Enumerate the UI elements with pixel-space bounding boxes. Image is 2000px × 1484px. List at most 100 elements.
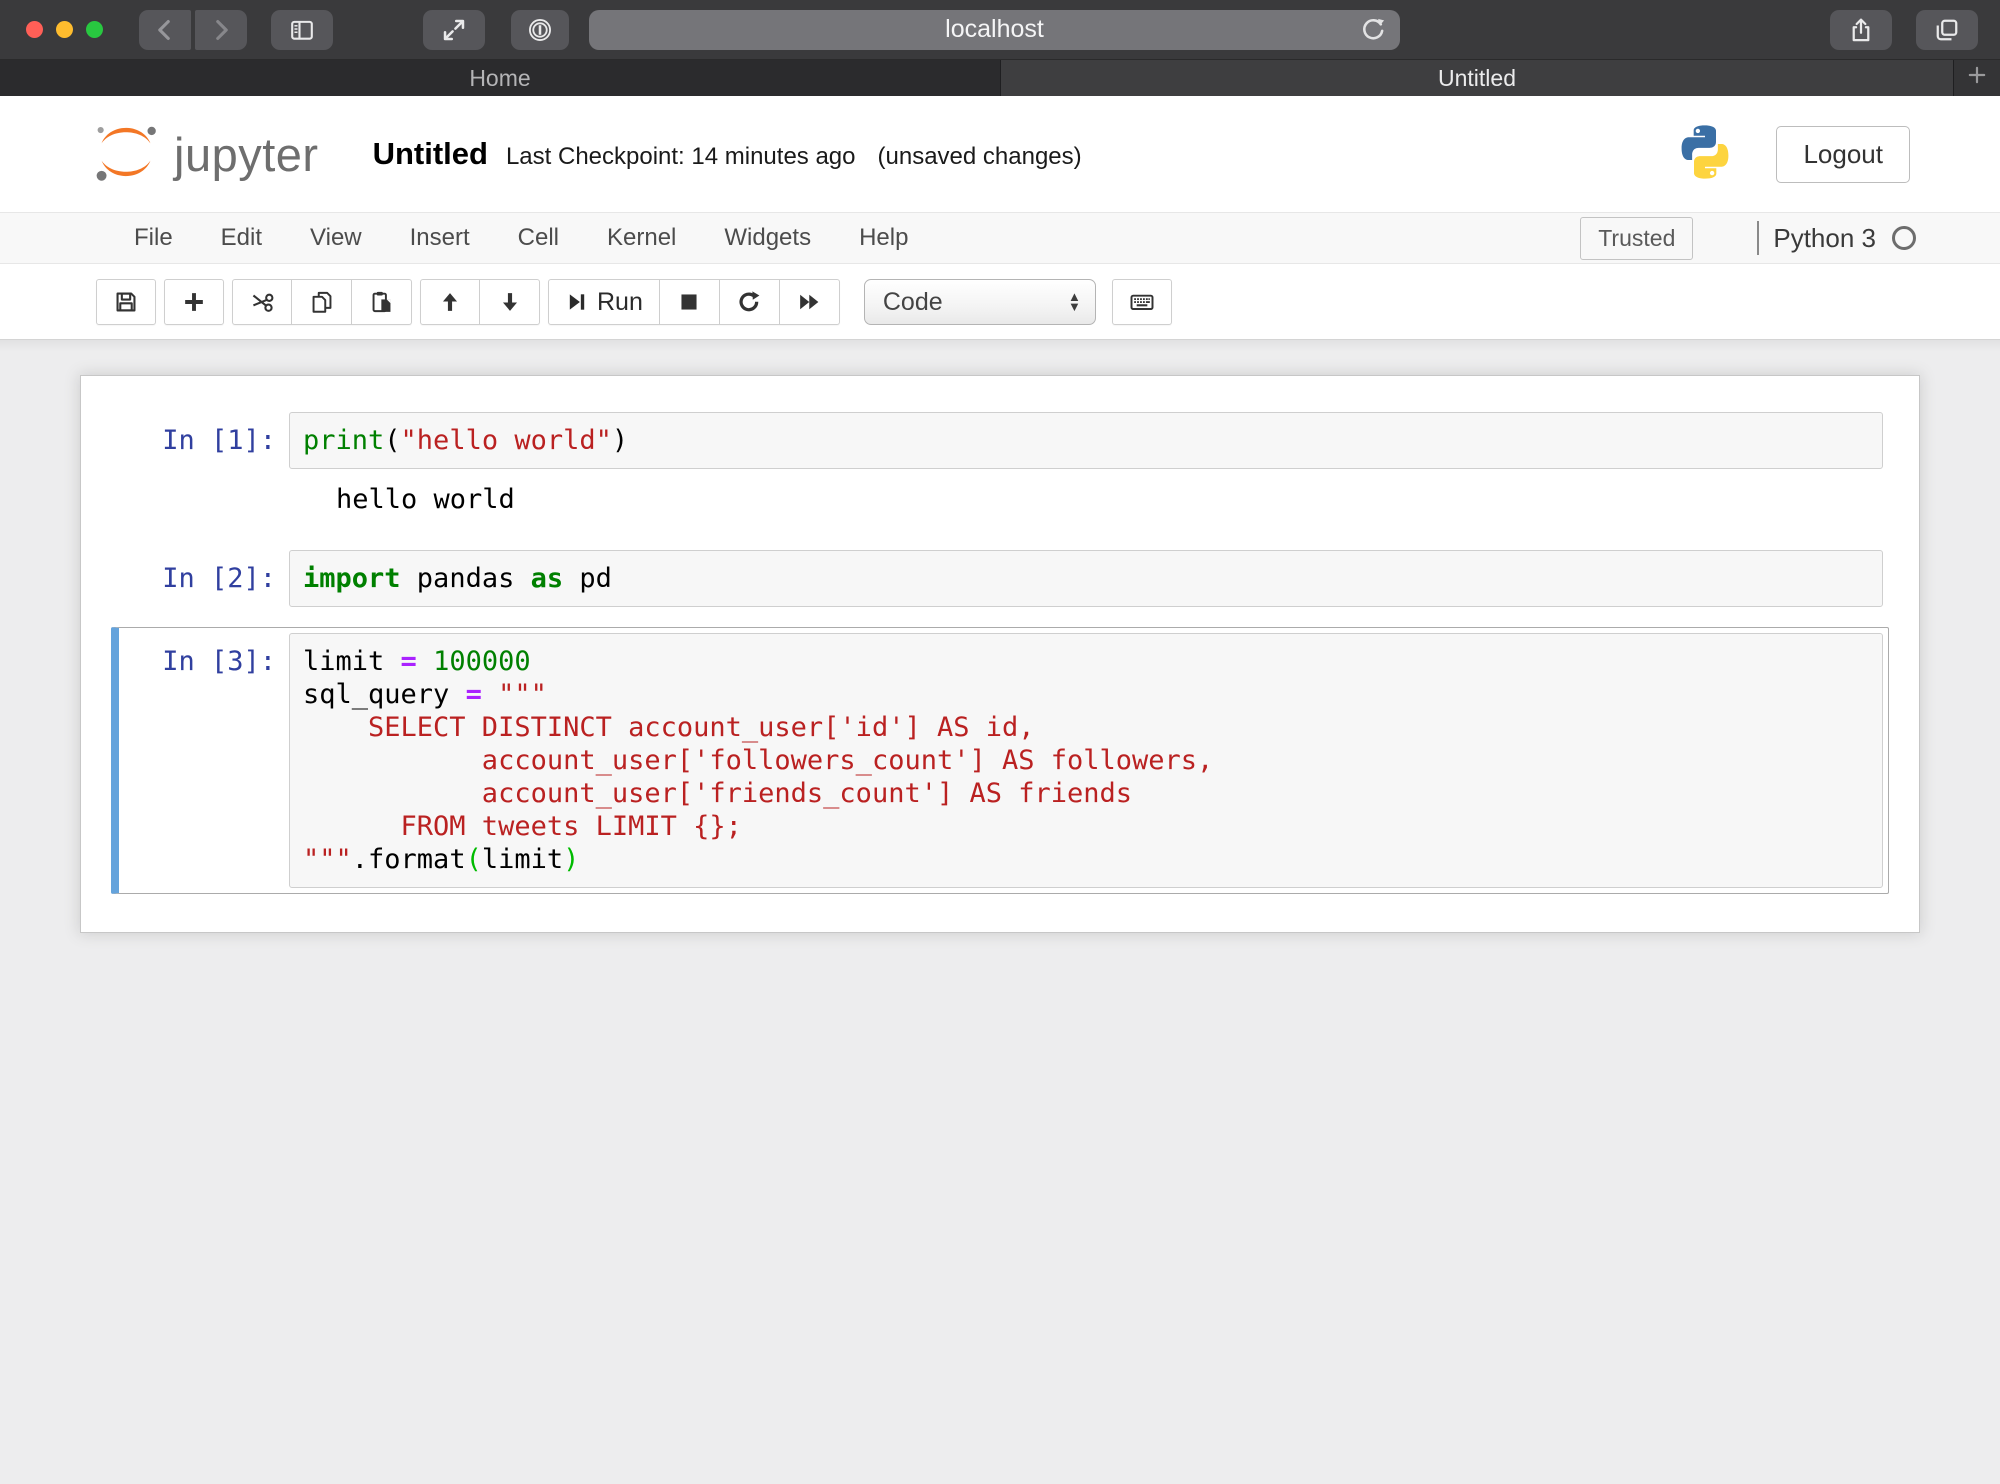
window-controls <box>26 21 103 38</box>
code-input-area[interactable]: limit = 100000sql_query = """ SELECT DIS… <box>289 633 1883 888</box>
plus-icon <box>1964 62 1990 94</box>
python-logo-icon <box>1674 121 1736 188</box>
forward-icon <box>208 17 234 43</box>
zoom-window-button[interactable] <box>86 21 103 38</box>
add-cell-icon <box>181 289 207 315</box>
notebook-toolbar: Run Code ▲▼ <box>0 264 2000 340</box>
code-line: limit = 100000 <box>303 645 1869 678</box>
forward-button[interactable] <box>195 10 247 50</box>
copy-cell-icon <box>309 289 335 315</box>
move-down-icon <box>497 289 523 315</box>
move-cell-up-button[interactable] <box>420 279 480 325</box>
tabs-icon <box>1933 16 1961 44</box>
input-prompt: In [3]: <box>124 633 289 888</box>
command-palette-button[interactable] <box>1112 279 1172 325</box>
tab-overview-button[interactable] <box>1916 10 1978 50</box>
cut-cell-icon <box>249 289 275 315</box>
restart-kernel-button[interactable] <box>720 279 780 325</box>
paste-cell-button[interactable] <box>352 279 412 325</box>
notebook-sheet: In [1]: print("hello world") hello world… <box>80 375 1920 933</box>
trusted-badge[interactable]: Trusted <box>1580 217 1693 260</box>
code-line: print("hello world") <box>303 424 1869 457</box>
code-cell-1[interactable]: In [1]: print("hello world") hello world <box>111 406 1889 530</box>
kernel-idle-icon <box>1892 226 1916 250</box>
minimize-window-button[interactable] <box>56 21 73 38</box>
keyboard-icon <box>1128 288 1156 316</box>
reload-icon[interactable] <box>1358 15 1388 52</box>
menu-insert[interactable]: Insert <box>386 224 494 252</box>
share-button[interactable] <box>1830 10 1892 50</box>
tab-untitled[interactable]: Untitled <box>1000 60 1953 96</box>
menu-file[interactable]: File <box>110 224 197 252</box>
jupyter-header: jupyter Untitled Last Checkpoint: 14 min… <box>0 96 2000 340</box>
close-window-button[interactable] <box>26 21 43 38</box>
extension-button[interactable] <box>511 10 569 50</box>
paste-cell-icon <box>369 289 395 315</box>
code-line: SELECT DISTINCT account_user['id'] AS id… <box>303 711 1869 744</box>
sidebar-toggle-button[interactable] <box>271 10 333 50</box>
menu-help[interactable]: Help <box>835 224 932 252</box>
run-icon <box>565 290 589 314</box>
save-button[interactable] <box>96 279 156 325</box>
move-up-icon <box>437 289 463 315</box>
checkpoint-status: Last Checkpoint: 14 minutes ago <box>506 143 856 171</box>
cell-type-select[interactable]: Code ▲▼ <box>864 279 1096 325</box>
code-line: sql_query = """ <box>303 678 1869 711</box>
kernel-name: Python 3 <box>1773 223 1876 254</box>
kernel-separator <box>1757 221 1759 255</box>
restart-kernel-icon <box>736 289 762 315</box>
save-icon <box>113 289 139 315</box>
cell-output: hello world <box>289 469 515 524</box>
code-line: account_user['friends_count'] AS friends <box>303 777 1869 810</box>
code-line: account_user['followers_count'] AS follo… <box>303 744 1869 777</box>
tab-home[interactable]: Home <box>0 60 1000 96</box>
share-icon <box>1847 16 1875 44</box>
code-cell-3-selected[interactable]: In [3]: limit = 100000sql_query = """ SE… <box>111 627 1889 894</box>
unsaved-changes-status: (unsaved changes) <box>878 143 1082 171</box>
code-input-area[interactable]: print("hello world") <box>289 412 1883 469</box>
menu-bar: File Edit View Insert Cell Kernel Widget… <box>0 212 2000 264</box>
tab-home-label: Home <box>469 65 530 92</box>
code-line: import pandas as pd <box>303 562 1869 595</box>
jupyter-logo[interactable]: jupyter <box>92 121 319 188</box>
input-prompt: In [2]: <box>124 550 289 607</box>
stop-icon <box>676 289 702 315</box>
restart-run-all-button[interactable] <box>780 279 840 325</box>
run-cell-button[interactable]: Run <box>548 279 660 325</box>
tab-bar: Home Untitled <box>0 60 2000 96</box>
code-input-area[interactable]: import pandas as pd <box>289 550 1883 607</box>
tab-untitled-label: Untitled <box>1438 65 1516 92</box>
menu-kernel[interactable]: Kernel <box>583 224 700 252</box>
back-icon <box>152 17 178 43</box>
menu-view[interactable]: View <box>286 224 386 252</box>
address-bar[interactable]: localhost <box>589 10 1400 50</box>
new-tab-button[interactable] <box>1953 60 2000 96</box>
logout-button[interactable]: Logout <box>1776 126 1910 183</box>
output-prompt-spacer <box>124 469 289 524</box>
menu-cell[interactable]: Cell <box>494 224 583 252</box>
expand-arrows-icon <box>440 16 468 44</box>
notebook-background: In [1]: print("hello world") hello world… <box>0 340 2000 1484</box>
cell-type-value: Code <box>883 288 943 317</box>
back-button[interactable] <box>139 10 191 50</box>
add-cell-button[interactable] <box>164 279 224 325</box>
cut-cell-button[interactable] <box>232 279 292 325</box>
sidebar-icon <box>287 16 317 44</box>
copy-cell-button[interactable] <box>292 279 352 325</box>
browser-chrome: localhost <box>0 0 2000 60</box>
move-cell-down-button[interactable] <box>480 279 540 325</box>
extension-icon <box>526 16 554 44</box>
page-zoom-button[interactable] <box>423 10 485 50</box>
notebook-title[interactable]: Untitled <box>373 136 488 172</box>
jupyter-logo-text: jupyter <box>174 127 319 182</box>
input-prompt: In [1]: <box>124 412 289 469</box>
select-arrows-icon: ▲▼ <box>1068 292 1081 312</box>
code-cell-2[interactable]: In [2]: import pandas as pd <box>111 544 1889 613</box>
menu-widgets[interactable]: Widgets <box>700 224 835 252</box>
fast-forward-icon <box>796 289 822 315</box>
code-line: FROM tweets LIMIT {}; <box>303 810 1869 843</box>
address-bar-url: localhost <box>945 15 1044 44</box>
interrupt-kernel-button[interactable] <box>660 279 720 325</box>
code-line: """.format(limit) <box>303 843 1869 876</box>
menu-edit[interactable]: Edit <box>197 224 286 252</box>
